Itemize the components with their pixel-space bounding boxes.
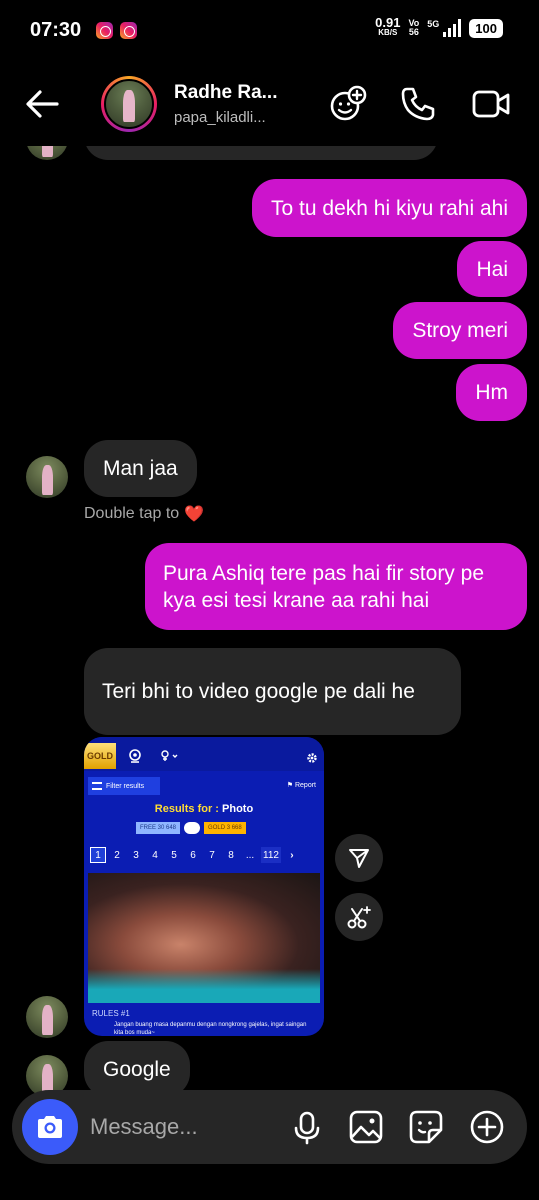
shared-image-message[interactable]: GOLD Filter results ⚑ Report Results for… — [84, 737, 324, 1036]
sticker-icon[interactable] — [407, 1108, 445, 1146]
message-bubble-outgoing[interactable]: To tu dekh hi kiyu rahi ahi — [252, 179, 527, 237]
rules-text: Jangan buang masa depanmu dengan nongkro… — [114, 1022, 307, 1036]
send-icon — [349, 849, 369, 868]
status-bar: 07:30 0.91 KB/S Vo 56 5G 100 — [0, 0, 539, 62]
status-time: 07:30 — [30, 19, 82, 41]
gold-badge: GOLD — [84, 743, 116, 769]
settings-gear-icon — [307, 753, 317, 763]
double-tap-hint: Double tap to ❤️ — [84, 505, 205, 523]
rules-label: RULES #1 — [92, 1009, 130, 1018]
toggle-chip — [184, 822, 201, 834]
chat-header: Radhe Ra... papa_kiladli... — [0, 62, 539, 146]
message-bubble-outgoing[interactable]: Stroy meri — [393, 302, 527, 359]
phone-icon[interactable] — [398, 84, 438, 124]
blurred-photo — [88, 873, 320, 1003]
remix-button[interactable] — [335, 893, 383, 941]
next-page-icon: › — [290, 849, 294, 861]
signal-icon — [443, 19, 462, 37]
camera-button[interactable] — [22, 1099, 78, 1155]
webcam-icon — [129, 749, 141, 763]
message-bubble-outgoing[interactable]: Hm — [456, 364, 527, 421]
contact-name[interactable]: Radhe Ra... — [174, 82, 277, 104]
instagram-notification-icon — [96, 22, 113, 39]
heart-icon: ❤️ — [184, 506, 205, 523]
video-call-icon[interactable] — [471, 84, 511, 124]
back-arrow-icon[interactable] — [22, 84, 62, 124]
scissors-sparkle-icon — [347, 906, 371, 929]
battery-indicator: 100 — [469, 18, 503, 38]
message-bubble-incoming[interactable]: Man jaa — [84, 440, 197, 497]
free-count-chip: FREE 30 648 — [136, 822, 181, 834]
message-bubble-outgoing[interactable]: Hai — [457, 241, 527, 297]
message-bubble-incoming[interactable]: Teri bhi to video google pe dali he — [84, 648, 461, 735]
instagram-notification-icon — [120, 22, 137, 39]
contact-mini-avatar — [26, 996, 68, 1038]
gender-dropdown-icon — [161, 750, 178, 761]
results-title: Results for : Photo — [154, 803, 254, 815]
network-type: 5G — [427, 19, 440, 29]
filter-results-button: Filter results — [88, 777, 160, 795]
effects-icon[interactable] — [328, 84, 368, 124]
message-bubble-outgoing[interactable]: Pura Ashiq tere pas hai fir story pe kya… — [145, 543, 527, 630]
message-bubble-incoming[interactable]: Google — [84, 1041, 190, 1097]
share-button[interactable] — [335, 834, 383, 882]
contact-mini-avatar[interactable] — [26, 456, 68, 498]
add-plus-icon[interactable] — [468, 1108, 506, 1146]
volte-indicator: Vo 56 — [408, 18, 420, 37]
pagination: 1 2 3 4 5 6 7 8 ... 112 › — [90, 847, 300, 863]
camera-icon — [38, 1116, 62, 1138]
gold-count-chip: GOLD 3 668 — [204, 822, 246, 834]
contact-avatar[interactable] — [101, 76, 157, 132]
contact-username[interactable]: papa_kiladli... — [174, 109, 266, 126]
report-label: ⚑ Report — [286, 782, 316, 789]
gallery-icon[interactable] — [347, 1108, 385, 1146]
menu-icon — [92, 782, 102, 790]
network-speed: 0.91 KB/S — [375, 15, 401, 37]
microphone-icon[interactable] — [288, 1108, 326, 1146]
message-composer: Message... — [12, 1090, 527, 1164]
message-input[interactable]: Message... — [90, 1114, 198, 1140]
